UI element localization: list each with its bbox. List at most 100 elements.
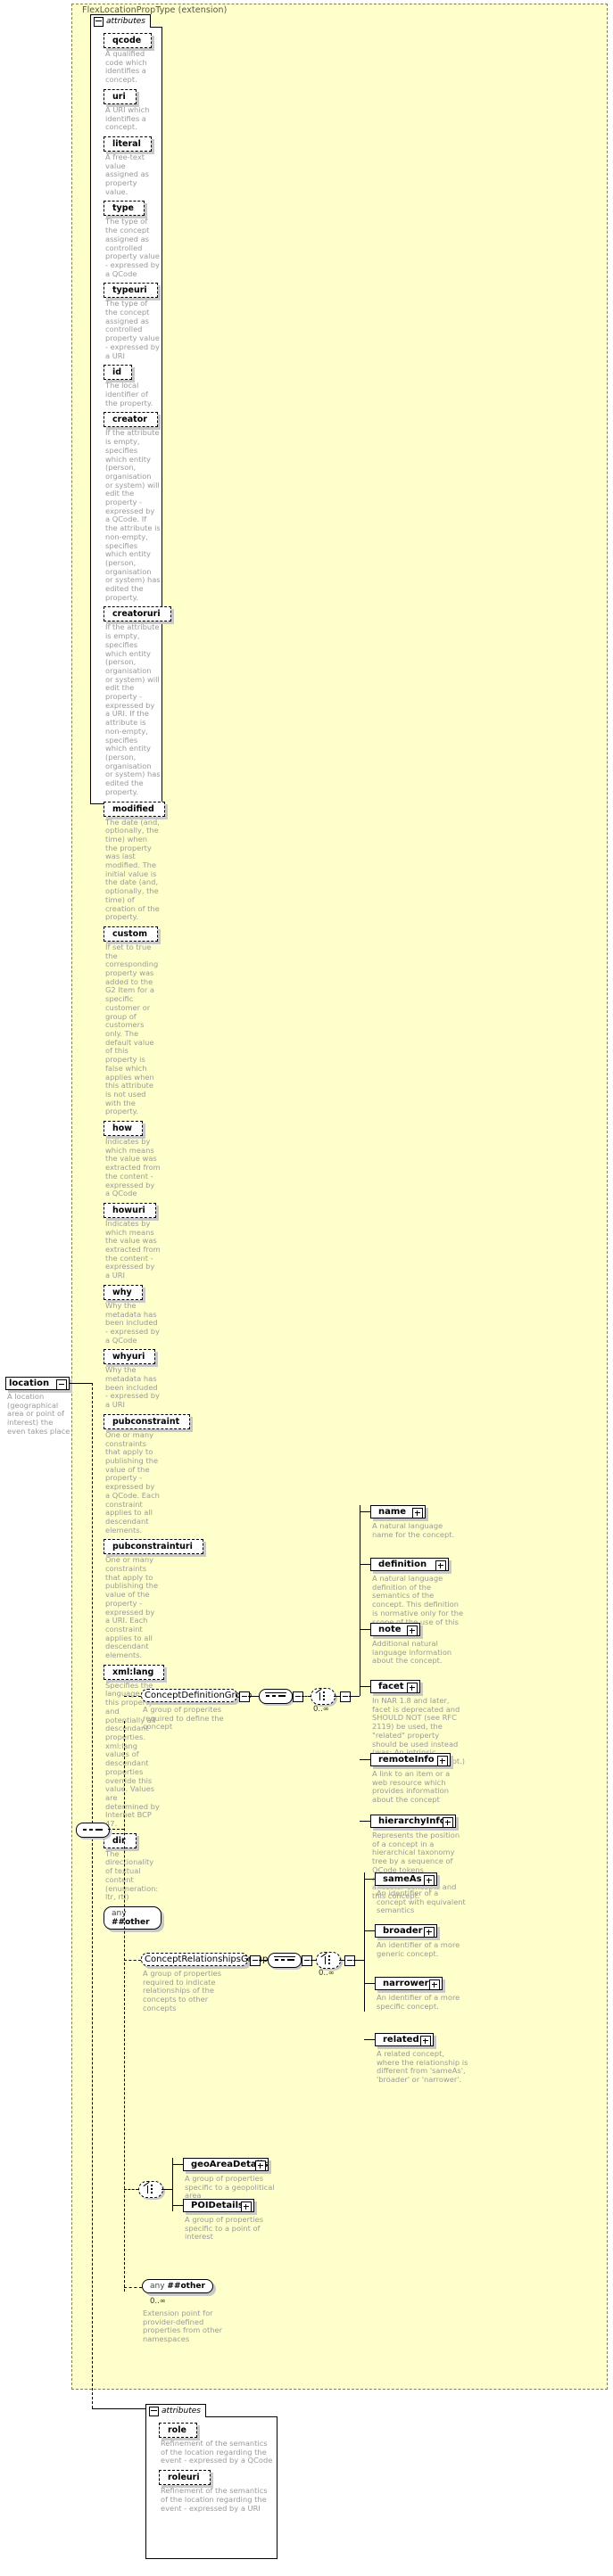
collapse-icon-cd-choice[interactable] <box>340 1691 351 1702</box>
expand-icon-poidetails[interactable] <box>241 2202 252 2212</box>
connector <box>360 1511 370 1512</box>
attribute-item: literal A free-text value assigned as pro… <box>104 136 162 197</box>
element-definition[interactable]: definition <box>370 1558 449 1571</box>
element-broader[interactable]: broader <box>375 1924 437 1938</box>
attribute-whyuri[interactable]: whyuri <box>104 1349 156 1365</box>
attribute-item: how Indicates by which means the value wa… <box>104 1121 162 1198</box>
connector <box>124 1960 141 1961</box>
collapse-icon-concept-definition[interactable] <box>239 1691 250 1702</box>
element-sameas[interactable]: sameAs <box>375 1872 437 1886</box>
attribute-pubconstrainturi[interactable]: pubconstrainturi <box>104 1539 203 1555</box>
attribute-pubconstraint[interactable]: pubconstraint <box>104 1413 191 1429</box>
attribute-description: One or many constraints that apply to pu… <box>105 1555 159 1660</box>
collapse-icon-location[interactable] <box>56 1379 67 1390</box>
sequence-compositor-cd[interactable] <box>259 1689 293 1704</box>
group-concept-relationships[interactable]: ConceptRelationshipsGroup <box>141 1953 268 1966</box>
attribute-uri[interactable]: uri <box>104 88 137 104</box>
element-note-description: Additional natural language information … <box>372 1639 452 1666</box>
expand-icon-name[interactable] <box>412 1508 423 1518</box>
element-geoareadetails[interactable]: geoAreaDetails <box>183 2158 269 2171</box>
choice-compositor-details[interactable] <box>138 2181 163 2198</box>
collapse-icon-cr-seq[interactable] <box>302 1955 312 1966</box>
attributes-tab-location[interactable]: attributes <box>145 2404 206 2417</box>
element-poidetails[interactable]: POIDetails <box>183 2199 254 2212</box>
attribute-dir[interactable]: dir <box>104 1832 137 1848</box>
attribute-type[interactable]: type <box>104 201 145 217</box>
attribute-description: If the attribute is empty, specifies whi… <box>105 428 161 602</box>
attribute-item: roleuri Refinement of the semantics of th… <box>159 2470 277 2513</box>
attribute-how[interactable]: how <box>104 1121 144 1137</box>
attribute-qcode[interactable]: qcode <box>104 33 153 48</box>
connector <box>349 1696 360 1697</box>
collapse-icon-concept-relationships[interactable] <box>250 1955 261 1966</box>
attribute-howuri[interactable]: howuri <box>104 1202 156 1218</box>
expand-icon-hierarchyinfo[interactable] <box>443 1817 453 1828</box>
element-name-label: name <box>378 1507 407 1517</box>
group-concept-relationships-description: A group of properties required to indica… <box>143 1969 222 2012</box>
group-concept-definition-label: ConceptDefinitionGroup <box>145 1691 253 1700</box>
connector <box>124 2189 138 2190</box>
attribute-creatoruri[interactable]: creatoruri <box>104 606 171 622</box>
attributes-tab-label: attributes <box>162 2407 201 2416</box>
expand-icon-geoareadetails[interactable] <box>255 2160 266 2171</box>
any-other-node-bottom[interactable]: any ##other <box>142 2279 213 2293</box>
sequence-compositor-cr[interactable] <box>268 1953 302 1968</box>
attribute-description: If the attribute is empty, specifies whi… <box>105 622 161 796</box>
cardinality-any-other: 0..∞ <box>150 2297 166 2306</box>
connector <box>124 1721 125 2292</box>
attribute-item: modified The date (and, optionally, the t… <box>104 801 165 922</box>
cardinality-concept-definition: 0..∞ <box>313 1705 329 1714</box>
attribute-custom[interactable]: custom <box>104 926 159 942</box>
expand-icon-narrower[interactable] <box>429 1979 440 1990</box>
collapse-icon-cr-choice[interactable] <box>344 1955 355 1966</box>
collapse-icon-cd-seq[interactable] <box>293 1691 303 1702</box>
choice-compositor-cd[interactable] <box>311 1688 335 1705</box>
expand-icon-facet[interactable] <box>407 1683 418 1693</box>
element-facet[interactable]: facet <box>370 1680 420 1693</box>
attribute-xml-lang[interactable]: xml:lang <box>104 1664 165 1680</box>
group-concept-definition[interactable]: ConceptDefinitionGroup <box>141 1689 252 1702</box>
connector <box>353 1960 364 1961</box>
any-other-node[interactable]: any ##other <box>104 1905 162 1930</box>
attribute-item: why Why the metadata has been included - … <box>104 1284 162 1346</box>
attribute-item: dir The directionality of textual content… <box>104 1832 162 1902</box>
attribute-roleuri[interactable]: roleuri <box>159 2470 211 2486</box>
sequence-compositor[interactable] <box>76 1823 110 1838</box>
attribute-id[interactable]: id <box>104 365 133 381</box>
attribute-description: The date (and, optionally, the time) whe… <box>105 817 160 922</box>
expand-icon-definition[interactable] <box>435 1560 446 1571</box>
element-narrower[interactable]: narrower <box>375 1977 443 1990</box>
attribute-literal[interactable]: literal <box>104 136 152 152</box>
attribute-creator[interactable]: creator <box>104 412 158 428</box>
attribute-item: pubconstrainturi One or many constraints … <box>104 1539 203 1660</box>
choice-slash-icon <box>320 1952 327 1958</box>
element-remoteinfo-description: A link to an item or a web resource whic… <box>372 1769 451 1805</box>
collapse-icon[interactable] <box>149 2406 159 2416</box>
attribute-typeuri[interactable]: typeuri <box>104 283 158 299</box>
connector <box>172 2158 173 2211</box>
element-poidetails-label: POIDetails <box>191 2201 244 2210</box>
attribute-why[interactable]: why <box>104 1284 143 1300</box>
element-related[interactable]: related <box>375 2033 434 2046</box>
attribute-item: qcode A qualified code which identifies a… <box>104 33 162 85</box>
collapse-icon[interactable] <box>94 16 104 27</box>
element-related-description: A related concept, where the relationshi… <box>377 2049 468 2085</box>
expand-icon-note[interactable] <box>407 1625 418 1636</box>
connector <box>364 2039 375 2040</box>
expand-icon-broader[interactable] <box>424 1927 435 1938</box>
expand-icon-remoteinfo[interactable] <box>437 1756 448 1766</box>
attribute-modified[interactable]: modified <box>104 801 165 817</box>
choice-slash-icon <box>143 2181 150 2187</box>
expand-icon-related[interactable] <box>420 2036 431 2046</box>
element-location[interactable]: location <box>5 1377 70 1390</box>
element-sameas-label: sameAs <box>383 1874 422 1884</box>
element-note[interactable]: note <box>370 1623 420 1636</box>
attributes-tab[interactable]: attributes <box>90 14 151 28</box>
attribute-role[interactable]: role <box>159 2423 197 2438</box>
connector <box>360 1759 370 1760</box>
element-name[interactable]: name <box>370 1505 426 1518</box>
element-hierarchyinfo[interactable]: hierarchyInfo <box>370 1815 456 1828</box>
element-remoteinfo[interactable]: remoteInfo <box>370 1753 451 1766</box>
expand-icon-sameas[interactable] <box>424 1875 435 1886</box>
choice-compositor-cr[interactable] <box>316 1952 341 1969</box>
